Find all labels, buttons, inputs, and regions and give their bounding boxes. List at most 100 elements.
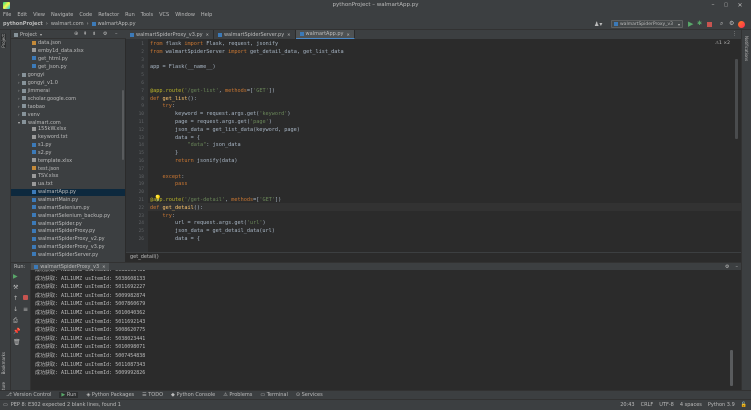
notifications-tool-button[interactable]: Notifications: [744, 36, 749, 61]
clear-icon[interactable]: 🗑: [13, 339, 21, 346]
menu-view[interactable]: View: [30, 12, 48, 18]
project-tree-item[interactable]: template.xlsx: [11, 158, 72, 165]
project-tree-item[interactable]: › scholar.google.com: [11, 95, 76, 102]
project-tree-item[interactable]: get_html.py: [11, 56, 68, 63]
chevron-down-icon[interactable]: ▾: [40, 32, 42, 37]
scroll-up-icon[interactable]: ↑: [13, 295, 20, 302]
project-tree-item[interactable]: test.json: [11, 166, 59, 173]
chevron-right-icon[interactable]: ›: [18, 104, 20, 109]
tab-python-packages[interactable]: ◈ Python Packages: [86, 392, 134, 398]
project-tree-item[interactable]: walmartSpiderProxy.py: [11, 228, 95, 235]
run-icon[interactable]: ▶: [688, 20, 693, 28]
close-window-button[interactable]: ✕: [736, 2, 744, 9]
caret-position[interactable]: 20:43: [620, 402, 634, 408]
project-panel-title[interactable]: Project: [20, 32, 37, 38]
project-tree-item[interactable]: › venv: [11, 111, 40, 118]
console-scrollbar[interactable]: [730, 350, 733, 386]
status-message[interactable]: PEP 8: E302 expected 2 blank lines, foun…: [11, 402, 121, 408]
function-breadcrumb[interactable]: get_detail(): [130, 254, 159, 260]
python-interpreter[interactable]: Python 3.9: [708, 402, 735, 408]
project-tree-item[interactable]: s2.py: [11, 150, 52, 157]
expand-all-icon[interactable]: ⇟: [92, 31, 96, 37]
project-tree-item[interactable]: › gongyi_v1.0: [11, 79, 58, 86]
indent-setting[interactable]: 4 spaces: [680, 402, 702, 408]
rerun-icon[interactable]: ▶: [13, 273, 20, 280]
tab-services[interactable]: ⊙ Services: [296, 392, 323, 398]
project-tree-item[interactable]: › jimmerai: [11, 87, 50, 94]
close-tab-icon[interactable]: ✕: [206, 32, 209, 37]
menu-help[interactable]: Help: [198, 12, 215, 18]
tab-todo[interactable]: ☰ TODO: [142, 392, 163, 398]
project-tree-item[interactable]: walmartSelenium.py: [11, 205, 90, 212]
breadcrumb-file[interactable]: walmartApp.py: [98, 21, 136, 27]
stop-icon[interactable]: [23, 295, 28, 300]
project-tree-item[interactable]: › gongyi: [11, 71, 45, 78]
project-tree-item[interactable]: › taobao: [11, 103, 45, 110]
menu-window[interactable]: Window: [172, 12, 198, 18]
tab-run[interactable]: ▶ Run: [59, 392, 79, 398]
tab-python-console[interactable]: ◆ Python Console: [171, 392, 215, 398]
debug-icon[interactable]: ✱: [697, 20, 702, 27]
project-tree-item[interactable]: get_json.py: [11, 64, 67, 71]
editor-scrollbar[interactable]: [735, 59, 738, 139]
chevron-right-icon[interactable]: ›: [18, 88, 20, 93]
print-icon[interactable]: ⎙: [13, 317, 20, 324]
chevron-down-icon[interactable]: ▾: [18, 120, 20, 125]
code-editor[interactable]: 1 2 3 4 5 6 7 8 9 10 11 12 13 14 15 16 17 18 19 20 21 22 23 24 2…: [126, 39, 741, 252]
line-separator[interactable]: CRLF: [641, 402, 654, 408]
project-tree-item[interactable]: s1.py: [11, 142, 52, 149]
project-tree-item[interactable]: walmartSpider.py: [11, 221, 82, 228]
editor-tab-proxy-v3[interactable]: walmartSpiderProxy_v3.py ✕: [126, 30, 214, 39]
tab-version-control[interactable]: ⎇ Version Control: [6, 392, 51, 398]
project-tree-item[interactable]: walmartMain.py: [11, 197, 78, 204]
editor-tab-walmart-app[interactable]: walmartApp.py ✕: [295, 30, 355, 39]
tab-terminal[interactable]: ▭ Terminal: [260, 392, 287, 398]
project-tree-item[interactable]: walmartSelenium_backup.py: [11, 213, 110, 220]
settings-icon[interactable]: ⚙: [729, 20, 734, 27]
project-tree-item[interactable]: data.json: [11, 40, 61, 47]
maximize-button[interactable]: ▢: [722, 2, 730, 9]
chevron-right-icon[interactable]: ›: [18, 72, 20, 77]
stop-icon[interactable]: [707, 22, 712, 27]
chevron-right-icon[interactable]: ›: [18, 112, 20, 117]
project-tree-item[interactable]: walmartSpiderProxy_v3.py: [11, 244, 105, 251]
menu-navigate[interactable]: Navigate: [48, 12, 76, 18]
project-tree-item[interactable]: 155kW.xlsx: [11, 126, 66, 133]
run-config-selector[interactable]: walmartSpiderProxy_v3 ▾: [611, 20, 683, 28]
project-tree-item[interactable]: walmartApp.py: [11, 189, 125, 197]
project-scrollbar[interactable]: [122, 90, 124, 160]
project-tree-item[interactable]: TSV.xlsx: [11, 173, 59, 180]
project-tool-button[interactable]: Project: [1, 34, 6, 48]
lock-icon[interactable]: 🔓: [741, 402, 747, 408]
scroll-down-icon[interactable]: ↓: [13, 306, 20, 313]
project-tree-item[interactable]: walmartSpiderServer.py: [11, 252, 98, 259]
project-tree-item[interactable]: walmartSpiderProxy_v2.py: [11, 236, 105, 243]
menu-edit[interactable]: Edit: [14, 12, 30, 18]
hide-panel-icon[interactable]: –: [736, 264, 739, 270]
file-encoding[interactable]: UTF-8: [659, 402, 674, 408]
menu-tools[interactable]: Tools: [138, 12, 156, 18]
chevron-right-icon[interactable]: ›: [18, 80, 20, 85]
status-toggle-icon[interactable]: ▭: [3, 402, 8, 408]
close-tab-icon[interactable]: ✕: [347, 32, 350, 37]
project-tree-item[interactable]: ▾ walmart.com: [11, 119, 61, 126]
menu-file[interactable]: File: [0, 12, 14, 18]
collapse-all-icon[interactable]: ⇞: [83, 31, 87, 37]
locate-icon[interactable]: ⊕: [74, 31, 78, 37]
menu-run[interactable]: Run: [122, 12, 138, 18]
menu-vcs[interactable]: VCS: [156, 12, 172, 18]
wrench-icon[interactable]: ⚒: [13, 284, 20, 291]
close-tab-icon[interactable]: ✕: [102, 264, 105, 269]
editor-tab-spider-server[interactable]: walmartSpiderServer.py ✕: [214, 30, 296, 39]
settings-icon[interactable]: ⚙: [103, 31, 107, 37]
soft-wrap-icon[interactable]: ≡: [23, 306, 30, 313]
chevron-right-icon[interactable]: ›: [18, 96, 20, 101]
settings-icon[interactable]: ⚙: [725, 264, 729, 270]
run-console[interactable]: 成功获取: AIL1UMZ usItemId: 5038008431 成功获取: …: [31, 270, 736, 390]
pin-icon[interactable]: 📌: [13, 328, 20, 335]
close-tab-icon[interactable]: ✕: [287, 32, 290, 37]
breadcrumb-project[interactable]: pythonProject: [3, 21, 43, 27]
hide-panel-icon[interactable]: –: [115, 31, 118, 37]
project-tree-item[interactable]: ua.txt: [11, 181, 53, 188]
menu-refactor[interactable]: Refactor: [95, 12, 122, 18]
